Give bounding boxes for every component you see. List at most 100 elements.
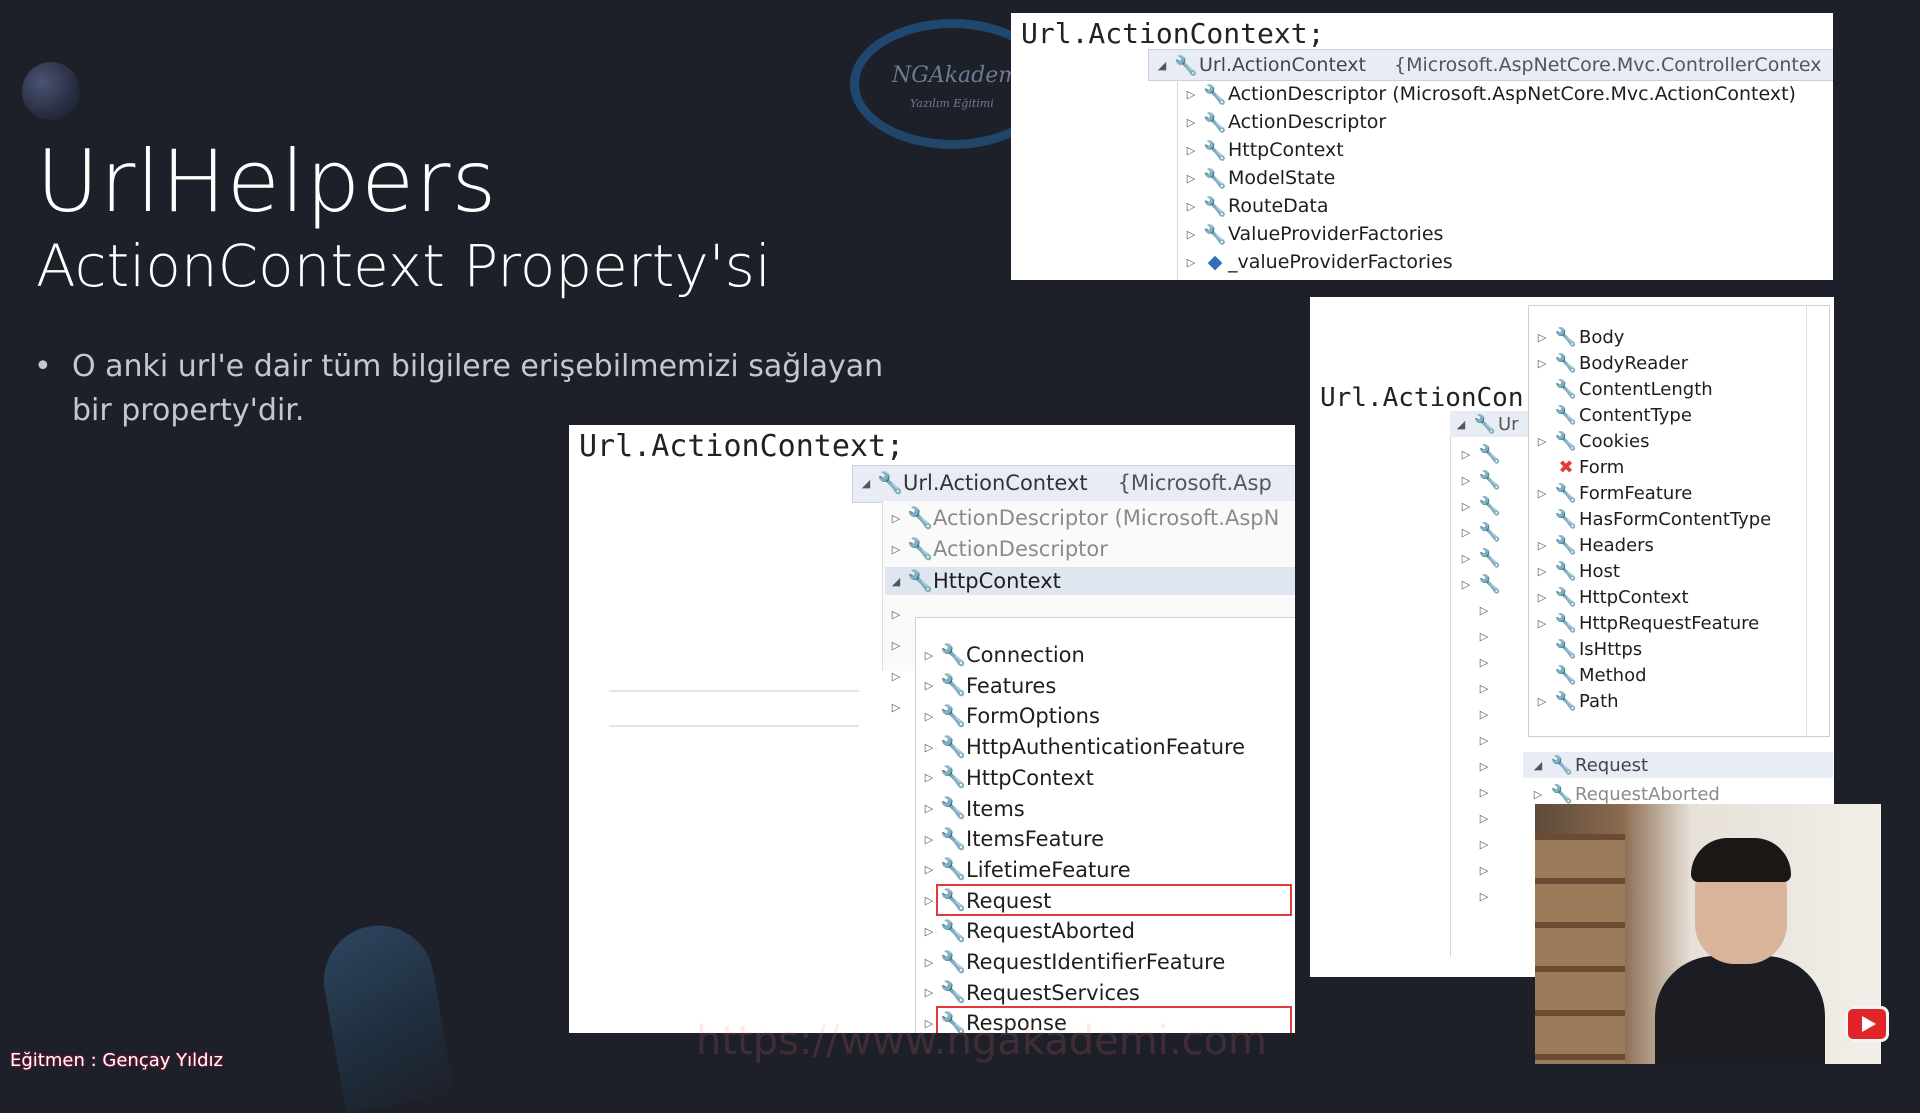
collapsed-row[interactable]: ▷ [1473, 623, 1495, 649]
collapse-arrow-icon[interactable]: ◢ [855, 477, 877, 490]
expand-arrow-icon[interactable]: ▷ [885, 670, 907, 683]
expand-arrow-icon[interactable]: ▷ [1473, 786, 1495, 799]
collapsed-row[interactable]: ▷ [1473, 753, 1495, 779]
tree-item[interactable]: ▷ 🔧 HttpContext [1531, 584, 1689, 610]
tree-item[interactable]: ▷ 🔧 Items [918, 796, 1025, 822]
tree-item[interactable]: ▷ 🔧 RequestIdentifierFeature [918, 949, 1226, 975]
expand-arrow-icon[interactable]: ▷ [1473, 708, 1495, 721]
tree-item[interactable]: ▷ 🔧 Features [918, 673, 1057, 699]
expand-arrow-icon[interactable]: ▷ [885, 639, 907, 652]
expand-arrow-icon[interactable]: ▷ [1455, 552, 1477, 565]
expand-arrow-icon[interactable]: ▷ [1455, 448, 1477, 461]
expand-arrow-icon[interactable]: ▷ [1455, 474, 1477, 487]
expand-arrow-icon[interactable]: ▷ [1531, 331, 1553, 344]
collapsed-row[interactable]: ▷ [1473, 727, 1495, 753]
collapsed-row[interactable]: ▷ [885, 601, 907, 627]
expand-arrow-icon[interactable]: ▷ [885, 608, 907, 621]
expand-arrow-icon[interactable]: ▷ [1180, 88, 1202, 101]
collapsed-row[interactable]: ▷ 🔧 [1455, 441, 1503, 467]
tree-item[interactable]: ▷ 🔧 ActionDescriptor (Microsoft.AspN [885, 505, 1280, 531]
collapsed-row[interactable]: ▷ [1473, 857, 1495, 883]
expand-arrow-icon[interactable]: ▷ [1455, 526, 1477, 539]
tree-item[interactable]: ▷ 🔧 HttpContext [1180, 137, 1344, 163]
expand-arrow-icon[interactable]: ▷ [885, 543, 907, 556]
expand-arrow-icon[interactable]: ▷ [918, 956, 940, 969]
expand-arrow-icon[interactable]: ▷ [1180, 256, 1202, 269]
expand-arrow-icon[interactable]: ▷ [918, 863, 940, 876]
tree-item[interactable]: 🔧 ContentLength [1531, 376, 1713, 402]
tree-item[interactable]: ▷ 🔧 ActionDescriptor (Microsoft.AspNetCore… [1180, 81, 1796, 107]
tree-item[interactable]: ▷ 🔧 RouteData [1180, 193, 1329, 219]
collapsed-row[interactable]: ▷ 🔧 [1455, 519, 1503, 545]
collapsed-row[interactable]: ▷ [1473, 597, 1495, 623]
tree-item[interactable]: ▷ 🔧 HttpRequestFeature [1531, 610, 1759, 636]
expand-arrow-icon[interactable]: ▷ [918, 802, 940, 815]
expand-arrow-icon[interactable]: ▷ [885, 512, 907, 525]
expand-arrow-icon[interactable]: ▷ [918, 771, 940, 784]
request-row[interactable]: ◢ 🔧 Request [1523, 752, 1833, 778]
tree-item[interactable]: ▷ 🔧 BodyReader [1531, 350, 1688, 376]
expand-arrow-icon[interactable]: ▷ [1531, 565, 1553, 578]
collapsed-row[interactable]: ▷ [1473, 701, 1495, 727]
expand-arrow-icon[interactable]: ▷ [918, 925, 940, 938]
expand-arrow-icon[interactable]: ▷ [1473, 604, 1495, 617]
expand-arrow-icon[interactable]: ▷ [918, 741, 940, 754]
expand-arrow-icon[interactable]: ▷ [1473, 734, 1495, 747]
tree-item[interactable]: ▷ 🔧 HttpContext [918, 765, 1094, 791]
expand-arrow-icon[interactable]: ▷ [918, 833, 940, 846]
collapse-arrow-icon[interactable]: ◢ [885, 575, 907, 588]
expand-arrow-icon[interactable]: ▷ [1531, 435, 1553, 448]
tree-item[interactable]: ▷ 🔧 ActionDescriptor [1180, 109, 1386, 135]
tree-item[interactable]: 🔧 ContentType [1531, 402, 1692, 428]
collapsed-row[interactable]: ▷ 🔧 [1455, 493, 1503, 519]
tree-item[interactable]: ◢ 🔧 HttpContext [885, 567, 1295, 595]
expand-arrow-icon[interactable]: ▷ [1180, 144, 1202, 157]
tree-item[interactable]: ▷ 🔧 RequestAborted [918, 918, 1135, 944]
collapsed-row[interactable]: ▷ [885, 663, 907, 689]
expand-arrow-icon[interactable]: ▷ [1527, 788, 1549, 801]
tree-item[interactable]: ▷ 🔧 HttpAuthenticationFeature [918, 734, 1245, 760]
expand-arrow-icon[interactable]: ▷ [1531, 695, 1553, 708]
expand-arrow-icon[interactable]: ▷ [1180, 228, 1202, 241]
collapse-arrow-icon[interactable]: ◢ [1151, 59, 1173, 72]
watch-root-row[interactable]: ◢ 🔧 Url.ActionContext {Microsoft.Asp [852, 465, 1295, 503]
expand-arrow-icon[interactable]: ▷ [1473, 864, 1495, 877]
expand-arrow-icon[interactable]: ▷ [1455, 578, 1477, 591]
watch-root-row[interactable]: ◢ 🔧 Ur [1450, 411, 1540, 437]
expand-arrow-icon[interactable]: ▷ [1473, 890, 1495, 903]
collapsed-row[interactable]: ▷ [1473, 831, 1495, 857]
tree-item[interactable]: ▷ 🔧 FormFeature [1531, 480, 1693, 506]
expand-arrow-icon[interactable]: ▷ [1531, 591, 1553, 604]
expand-arrow-icon[interactable]: ▷ [1180, 172, 1202, 185]
collapsed-row[interactable]: ▷ [885, 632, 907, 658]
tree-item[interactable]: ▷ 🔧 Host [1531, 558, 1620, 584]
youtube-icon[interactable] [1845, 1006, 1889, 1042]
expand-arrow-icon[interactable]: ▷ [1531, 617, 1553, 630]
tree-item[interactable]: ▷ 🔧 Body [1531, 324, 1625, 350]
tree-item[interactable]: ▷ 🔧 ItemsFeature [918, 826, 1104, 852]
tree-item[interactable]: ✖ Form [1531, 454, 1624, 480]
tree-item[interactable]: 🔧 HasFormContentType [1531, 506, 1771, 532]
collapsed-row[interactable]: ▷ 🔧 [1455, 571, 1503, 597]
expand-arrow-icon[interactable]: ▷ [1473, 630, 1495, 643]
tree-item[interactable]: ▷ 🔧 FormOptions [918, 703, 1100, 729]
expand-arrow-icon[interactable]: ▷ [1473, 682, 1495, 695]
expand-arrow-icon[interactable]: ▷ [1531, 539, 1553, 552]
tree-item[interactable]: ▷ 🔧 Path [1531, 688, 1619, 714]
tree-item[interactable]: 🔧 IsHttps [1531, 636, 1642, 662]
expand-arrow-icon[interactable]: ▷ [1180, 200, 1202, 213]
collapse-arrow-icon[interactable]: ◢ [1527, 759, 1549, 772]
tree-item[interactable]: ▷ 🔧 LifetimeFeature [918, 857, 1131, 883]
collapsed-row[interactable]: ▷ [1473, 675, 1495, 701]
tree-item[interactable]: 🔧 Method [1531, 662, 1647, 688]
tree-item[interactable]: ▷ 🔧 ActionDescriptor [885, 536, 1108, 562]
watch-root-row[interactable]: ◢ 🔧 Url.ActionContext {Microsoft.AspNetC… [1148, 49, 1833, 81]
expand-arrow-icon[interactable]: ▷ [1531, 487, 1553, 500]
tree-item[interactable]: ▷ 🔧 Cookies [1531, 428, 1650, 454]
collapsed-row[interactable]: ▷ 🔧 [1455, 545, 1503, 571]
collapsed-row[interactable]: ▷ [1473, 649, 1495, 675]
collapsed-row[interactable]: ▷ [885, 694, 907, 720]
tree-item[interactable]: ▷ 🔧 Headers [1531, 532, 1654, 558]
expand-arrow-icon[interactable]: ▷ [1455, 500, 1477, 513]
collapsed-row[interactable]: ▷ [1473, 779, 1495, 805]
